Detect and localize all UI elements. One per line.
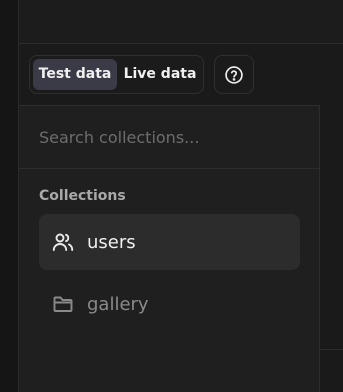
- help-circle-icon: [224, 65, 244, 85]
- collections-panel: Collections users gallery: [19, 105, 319, 392]
- collection-item-users[interactable]: users: [39, 214, 300, 270]
- folder-icon: [51, 292, 75, 316]
- data-mode-toggle: Test data Live data: [29, 55, 204, 94]
- live-data-button[interactable]: Live data: [119, 59, 201, 90]
- collection-label-users: users: [87, 231, 136, 253]
- collections-heading: Collections: [39, 188, 126, 204]
- collection-label-gallery: gallery: [87, 293, 149, 315]
- test-data-button[interactable]: Test data: [33, 59, 117, 90]
- top-bar: [19, 0, 343, 44]
- divider: [320, 349, 343, 350]
- users-icon: [51, 230, 75, 254]
- content-pane: [319, 105, 343, 392]
- search-collections-input[interactable]: [19, 106, 319, 169]
- collection-item-gallery[interactable]: gallery: [39, 276, 300, 332]
- help-button[interactable]: [214, 55, 254, 94]
- left-edge-strip: [0, 0, 19, 392]
